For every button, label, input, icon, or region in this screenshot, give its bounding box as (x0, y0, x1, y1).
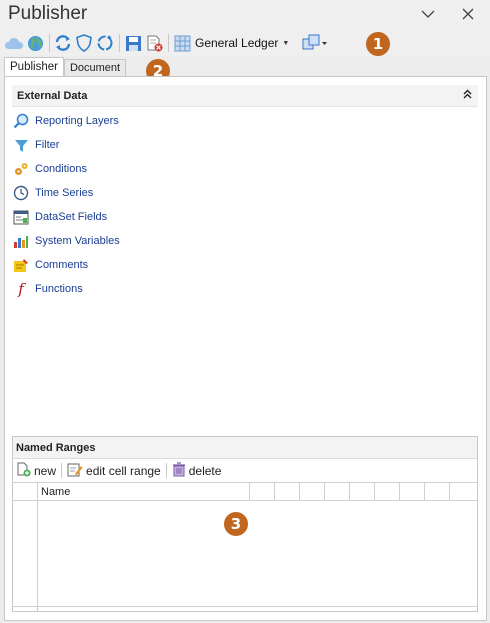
named-ranges-title: Named Ranges (13, 437, 477, 459)
column-header-name[interactable]: Name (38, 483, 250, 500)
caret-down-icon: ▼ (282, 39, 290, 47)
external-data-item-label: Time Series (35, 187, 94, 199)
toolbar-separator (168, 34, 169, 52)
globe-icon[interactable] (25, 33, 45, 53)
column-header[interactable] (300, 483, 325, 500)
column-header[interactable] (375, 483, 400, 500)
cloud-icon[interactable] (4, 33, 24, 53)
ledger-dropdown[interactable]: General Ledger ▼ (195, 36, 289, 50)
conditions-icon (12, 160, 30, 178)
toolbar-separator (119, 34, 120, 52)
window-title: Publisher (8, 3, 88, 24)
main-toolbar: General Ledger ▼ (0, 30, 490, 56)
external-data-item-label: Conditions (35, 163, 87, 175)
dataset-icon (12, 208, 30, 226)
external-data-item-time-series[interactable]: Time Series (12, 181, 120, 205)
layout-dropdown-icon[interactable] (301, 33, 329, 53)
external-data-item-comments[interactable]: Comments (12, 253, 120, 277)
publisher-panel: External Data Reporting Layers Filter Co… (4, 76, 487, 621)
edit-range-icon (67, 462, 83, 480)
external-data-header: External Data (12, 85, 478, 107)
ledger-dropdown-label: General Ledger (195, 36, 279, 50)
function-icon: f (18, 280, 24, 298)
grid-icon[interactable] (172, 33, 192, 53)
external-data-item-filter[interactable]: Filter (12, 133, 120, 157)
row-header-cell (13, 483, 38, 500)
external-data-item-label: Comments (35, 259, 89, 271)
edit-cell-range-button[interactable]: edit cell range (67, 462, 161, 480)
clock-icon (12, 184, 30, 202)
delete-range-label: delete (188, 463, 222, 478)
column-header[interactable] (450, 483, 477, 500)
tab-publisher[interactable]: Publisher (4, 57, 64, 77)
new-range-label: new (34, 463, 57, 478)
edit-cell-range-label: edit cell range (86, 463, 161, 478)
tab-document[interactable]: Document (63, 59, 127, 77)
external-data-item-label: Functions (35, 283, 83, 295)
external-data-item-conditions[interactable]: Conditions (12, 157, 120, 181)
external-data-item-label: Filter (35, 139, 60, 151)
named-ranges-grid-header: Name (13, 482, 477, 501)
external-data-item-label: System Variables (35, 235, 120, 247)
callout-badge-3: 3 (224, 512, 248, 536)
delete-range-button[interactable]: delete (172, 461, 222, 480)
system-variables-icon (12, 232, 30, 250)
minimize-chevron-icon[interactable] (416, 3, 440, 25)
external-data-item-label: DataSet Fields (35, 211, 108, 223)
title-bar: Publisher (0, 0, 490, 30)
column-header[interactable] (275, 483, 300, 500)
external-data-item-reporting-layers[interactable]: Reporting Layers (12, 109, 120, 133)
callout-badge-1: 1 (366, 32, 390, 56)
magnifier-icon (12, 112, 30, 130)
external-data-item-label: Reporting Layers (35, 115, 119, 127)
delete-document-icon[interactable] (144, 33, 164, 53)
filter-icon (12, 136, 30, 154)
external-data-list: Reporting Layers Filter Conditions Time … (12, 109, 120, 301)
refresh-icon[interactable] (53, 33, 73, 53)
external-data-item-system-variables[interactable]: System Variables (12, 229, 120, 253)
toolbar-separator (61, 463, 63, 478)
new-document-icon (16, 462, 31, 480)
collapse-icon[interactable] (463, 89, 472, 101)
tab-strip: Publisher Document (4, 57, 127, 77)
named-ranges-panel: Named Ranges new edit cell range delete … (12, 436, 478, 612)
external-data-item-functions[interactable]: f Functions (12, 277, 120, 301)
column-header[interactable] (350, 483, 375, 500)
column-header[interactable] (325, 483, 350, 500)
sync-icon[interactable] (95, 33, 115, 53)
external-data-item-dataset-fields[interactable]: DataSet Fields (12, 205, 120, 229)
external-data-title: External Data (17, 89, 88, 102)
close-icon[interactable] (456, 3, 480, 25)
column-header[interactable] (400, 483, 425, 500)
shield-icon[interactable] (74, 33, 94, 53)
column-header[interactable] (425, 483, 450, 500)
toolbar-separator (49, 34, 50, 52)
column-header[interactable] (250, 483, 275, 500)
save-icon[interactable] (123, 33, 143, 53)
new-range-button[interactable]: new (16, 462, 56, 480)
named-ranges-toolbar: new edit cell range delete (13, 459, 477, 482)
comments-icon (12, 256, 30, 274)
toolbar-separator (165, 463, 167, 478)
trash-icon (172, 461, 186, 480)
grid-bottom-border (13, 606, 477, 607)
